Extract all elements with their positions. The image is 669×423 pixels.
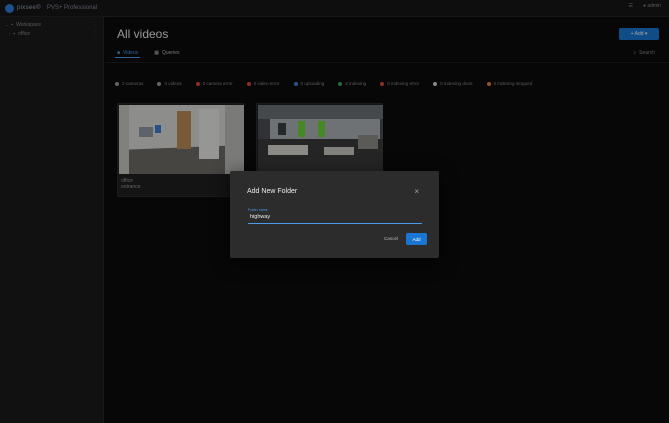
cancel-button[interactable]: Cancel [384, 236, 398, 241]
close-icon[interactable]: × [414, 187, 419, 196]
folder-name-label: Folder name [248, 208, 268, 212]
confirm-add-button[interactable]: Add [406, 233, 427, 245]
add-folder-dialog: Add New Folder × Folder name highway Can… [230, 171, 439, 258]
folder-name-input[interactable]: highway [248, 213, 422, 224]
dialog-title: Add New Folder [247, 188, 298, 195]
